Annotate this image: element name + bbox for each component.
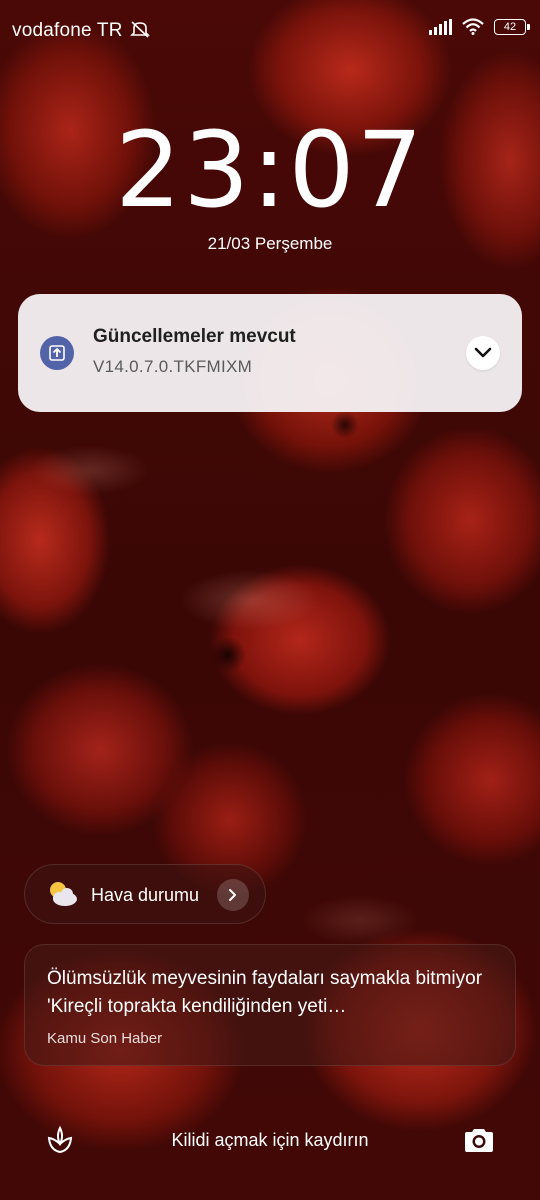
carrier-label: vodafone TR <box>12 20 151 42</box>
lockscreen-clock: 23:07 <box>115 109 425 231</box>
weather-widget[interactable]: Hava durumu <box>24 864 266 924</box>
partly-cloudy-icon <box>50 882 77 906</box>
chevron-right-icon <box>229 889 236 901</box>
mute-icon <box>130 21 151 38</box>
unlock-hint: Kilidi açmak için kaydırın <box>171 1130 369 1150</box>
battery-level: 42 <box>503 20 517 33</box>
lockscreen-date: 21/03 Perşembe <box>207 234 333 253</box>
camera-icon[interactable] <box>462 1126 496 1154</box>
weather-open-button[interactable] <box>217 879 249 911</box>
notification-subtitle: V14.0.7.0.TKFMIXM <box>93 357 253 376</box>
carrier-text: vodafone TR <box>12 20 123 41</box>
news-headline: Ölümsüzlük meyvesinin faydaları saymakla… <box>47 968 483 1017</box>
signal-icon <box>429 18 452 35</box>
status-bar: vodafone TR 42 <box>0 0 540 60</box>
notification-title: Güncellemeler mevcut <box>93 326 296 347</box>
update-arrow-icon <box>40 336 74 370</box>
battery-icon: 42 <box>494 18 530 35</box>
chevron-down-icon <box>474 347 492 358</box>
wifi-icon <box>462 18 484 35</box>
status-icons: 42 <box>429 18 530 35</box>
news-source: Kamu Son Haber <box>47 1030 163 1047</box>
weather-label: Hava durumu <box>91 885 200 905</box>
expand-notification-button[interactable] <box>466 336 500 370</box>
update-notification[interactable]: Güncellemeler mevcut V14.0.7.0.TKFMIXM <box>18 294 522 412</box>
news-card[interactable]: Ölümsüzlük meyvesinin faydaları saymakla… <box>24 944 516 1066</box>
